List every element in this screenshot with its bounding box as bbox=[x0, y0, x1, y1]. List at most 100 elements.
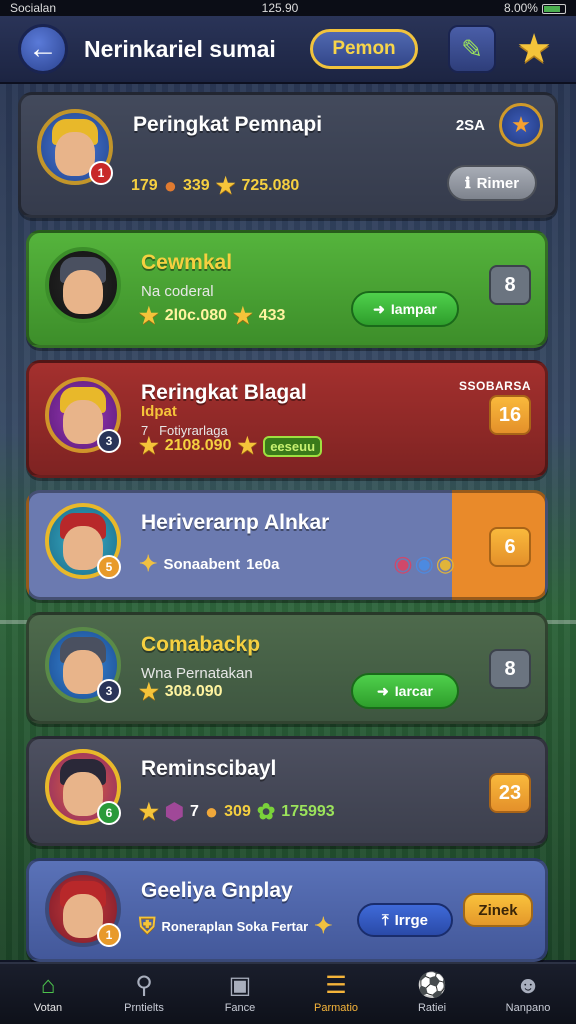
score-badge: 6 bbox=[489, 527, 531, 567]
stats-row: ⛨ Roneraplan Soka Fertar ✦ bbox=[139, 915, 333, 937]
star-icon: ★ bbox=[139, 303, 159, 328]
stats-row: ★ ⬢ 7 ● 309 ✿ 175993 bbox=[139, 801, 335, 823]
score-badge: 8 bbox=[489, 265, 531, 305]
arrow-right-icon: ➜ bbox=[377, 682, 389, 699]
stats-row: ✦ Sonaabent 1e0a bbox=[139, 553, 280, 575]
tab-label: Nanpano bbox=[505, 1002, 551, 1014]
avatar: 1 bbox=[37, 109, 113, 185]
button-label: Iarcar bbox=[394, 683, 433, 699]
stats-row: 179 ● 339 ★ 725.080 bbox=[131, 175, 299, 197]
tab-label: Fance bbox=[224, 1002, 256, 1014]
star-icon: ★ bbox=[139, 799, 159, 824]
action-button[interactable]: ➜ Iarcar bbox=[351, 673, 459, 709]
player-name: Peringkat Pemnapi bbox=[133, 113, 323, 136]
stat-value: 2108.090 bbox=[164, 437, 232, 454]
tab-label: Votan bbox=[33, 1002, 63, 1014]
star-icon: ★ bbox=[139, 433, 159, 458]
score-badge: 16 bbox=[489, 395, 531, 435]
rank-badge: 5 bbox=[97, 555, 121, 579]
corner-label: SSOBARSA bbox=[458, 379, 531, 393]
tab-stack[interactable]: ☰ Parmatio bbox=[288, 964, 384, 1024]
potion-icon: ◉ bbox=[393, 551, 413, 576]
bottom-tab-bar: ⌂ Votan ⚲ Prntielts ▣ Fance ☰ Parmatio ⚽… bbox=[0, 962, 576, 1024]
player-name: Heriverarnp Alnkar bbox=[141, 511, 330, 534]
star-icon: ★ bbox=[215, 173, 236, 198]
player-tag: Idpat bbox=[141, 403, 177, 420]
stats-row: ★ 2l0c.080 ★ 433 bbox=[139, 305, 285, 327]
battery-indicator: 8.00% bbox=[504, 1, 566, 15]
tab-search[interactable]: ⚲ Prntielts bbox=[96, 964, 192, 1024]
stat-value: 1e0a bbox=[246, 555, 280, 573]
carrier-label: Socialan bbox=[10, 1, 57, 15]
rank-badge: 3 bbox=[97, 679, 121, 703]
arrow-right-icon: ➜ bbox=[373, 300, 385, 317]
rank-badge: 6 bbox=[97, 801, 121, 825]
rank-badge: 1 bbox=[97, 923, 121, 947]
ball-icon: ⚽ bbox=[417, 972, 447, 999]
stat-label: Roneraplan Soka Fertar bbox=[161, 918, 309, 934]
status-tag: eeseuu bbox=[263, 435, 323, 457]
camera-icon: ▣ bbox=[228, 972, 252, 999]
avatar: 6 bbox=[45, 749, 121, 825]
avatar: 1 bbox=[45, 871, 121, 947]
button-label: Rimer bbox=[476, 174, 520, 192]
list-item[interactable]: 5 Heriverarnp Alnkar ✦ Sonaabent 1e0a ◉ … bbox=[26, 490, 548, 600]
player-name: Reringkat Blagal bbox=[141, 381, 307, 404]
avatar: 3 bbox=[45, 377, 121, 453]
medal-icon: ★ bbox=[499, 103, 543, 147]
stat-value: 339 bbox=[183, 177, 210, 194]
button-label: Iampar bbox=[390, 301, 437, 317]
list-item[interactable]: Cewmkal Na coderal ★ 2l0c.080 ★ 433 ➜ Iam… bbox=[26, 230, 548, 348]
list-item[interactable]: 3 Reringkat Blagal Idpat 7 Fotiyrarlaga … bbox=[26, 360, 548, 478]
player-subtitle: Na coderal bbox=[141, 283, 214, 300]
action-button[interactable]: ⤒ Irrge bbox=[357, 903, 453, 937]
corner-label: 2SA bbox=[455, 117, 485, 134]
stat-value: 308.090 bbox=[164, 683, 223, 700]
potions-group: ◉ ◉ ◉ bbox=[393, 551, 455, 577]
avatar bbox=[45, 247, 121, 323]
header-bar: ← Nerinkariel sumai Pemon ✎ ★ bbox=[0, 16, 576, 84]
action-button[interactable]: ➜ Iampar bbox=[351, 291, 459, 327]
player-name: Geeliya Gnplay bbox=[141, 879, 293, 902]
info-button[interactable]: ℹ Rimer bbox=[447, 165, 537, 201]
home-icon: ⌂ bbox=[40, 972, 56, 999]
secondary-button[interactable]: Zinek bbox=[463, 893, 533, 927]
stat-value: 433 bbox=[258, 307, 286, 324]
favorites-button[interactable]: ★ bbox=[510, 25, 558, 73]
stat-value: 2l0c.080 bbox=[164, 307, 228, 324]
coin-icon: ● bbox=[204, 799, 219, 824]
list-item[interactable]: 1 Geeliya Gnplay ⛨ Roneraplan Soka Ferta… bbox=[26, 858, 548, 962]
stats-row: ★ 2108.090 ★ eeseuu bbox=[139, 433, 323, 458]
star-icon: ★ bbox=[139, 679, 159, 704]
tab-profile[interactable]: ☻ Nanpano bbox=[480, 964, 576, 1024]
player-name: Reminscibayl bbox=[141, 757, 277, 780]
clock-label: 125.90 bbox=[261, 1, 299, 15]
arrow-left-icon: ← bbox=[28, 32, 58, 65]
list-item[interactable]: 3 Comabackp Wna Pernatakan ★ 308.090 ➜ Ia… bbox=[26, 612, 548, 724]
star-icon: ★ bbox=[237, 433, 258, 458]
stack-icon: ☰ bbox=[325, 972, 347, 999]
rank-badge: 1 bbox=[89, 161, 113, 185]
wings-icon: ✦ bbox=[139, 551, 158, 576]
list-item[interactable]: 1 Peringkat Pemnapi 2SA ★ 179 ● 339 ★ 72… bbox=[18, 92, 558, 218]
profile-icon: ☻ bbox=[515, 972, 541, 999]
list-item[interactable]: 6 Reminscibayl ★ ⬢ 7 ● 309 ✿ 175993 23 bbox=[26, 736, 548, 846]
leaderboard-list: 1 Peringkat Pemnapi 2SA ★ 179 ● 339 ★ 72… bbox=[18, 92, 558, 974]
tab-ball[interactable]: ⚽ Ratiei bbox=[384, 964, 480, 1024]
tab-label: Parmatio bbox=[313, 1002, 359, 1014]
face-icon bbox=[63, 270, 103, 314]
battery-label: 8.00% bbox=[503, 1, 538, 15]
edit-button[interactable]: ✎ bbox=[448, 25, 496, 73]
stat-value: 725.080 bbox=[241, 177, 300, 194]
stat-value: 309 bbox=[224, 803, 251, 820]
header-pill-button[interactable]: Pemon bbox=[310, 29, 418, 69]
score-badge: 23 bbox=[489, 773, 531, 813]
tab-camera[interactable]: ▣ Fance bbox=[192, 964, 288, 1024]
tab-home[interactable]: ⌂ Votan bbox=[0, 964, 96, 1024]
stat-value: 175993 bbox=[281, 803, 335, 820]
player-name: Cewmkal bbox=[141, 251, 233, 274]
gem-icon: ⬢ bbox=[164, 799, 184, 824]
page-title: Nerinkariel sumai bbox=[84, 35, 276, 62]
back-button[interactable]: ← bbox=[18, 24, 68, 74]
avatar: 3 bbox=[45, 627, 121, 703]
